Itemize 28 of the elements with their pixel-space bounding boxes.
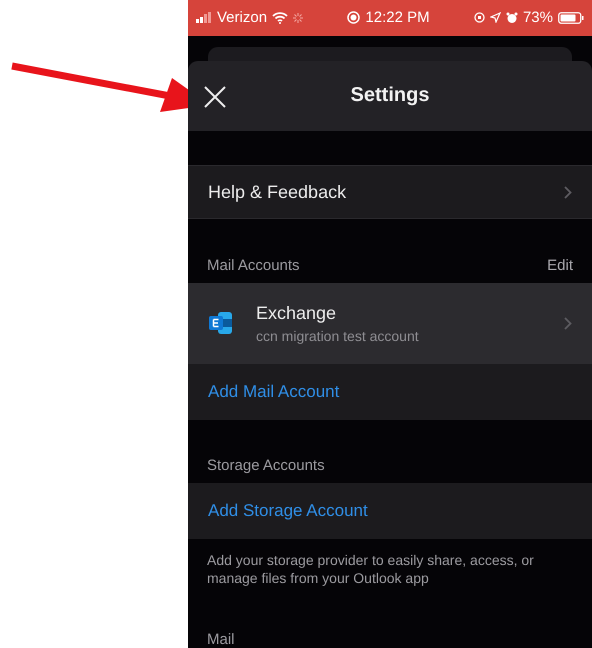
spinner-icon [293, 12, 304, 23]
close-icon [204, 86, 226, 108]
account-name: Exchange [256, 302, 338, 324]
help-feedback-row[interactable]: Help & Feedback [188, 165, 592, 220]
alarm-clock-icon [506, 12, 518, 24]
exchange-icon [208, 310, 234, 336]
wifi-icon [272, 12, 288, 24]
chevron-icon [564, 186, 572, 199]
signal-icon [196, 12, 212, 24]
section-heading: Mail [207, 631, 236, 648]
storage-description: Add your storage provider to easily share, access, or manage files from your Outlook app [207, 551, 535, 587]
screen-title: Settings [350, 84, 430, 108]
add-storage-account-button[interactable]: Add Storage Account [188, 482, 592, 539]
chevron-icon [564, 316, 572, 330]
record-icon [347, 11, 360, 24]
carrier-name: Verizon [217, 9, 268, 26]
edit-link[interactable]: Edit [547, 256, 573, 274]
battery-percent: 73% [522, 9, 553, 26]
add-mail-account-button[interactable]: Add Mail Account [188, 364, 592, 420]
location-icon [490, 12, 501, 24]
account-row[interactable]: Exchange ccn migration test account [188, 282, 592, 364]
close-button[interactable] [202, 84, 228, 110]
section-heading: Storage Accounts [207, 456, 325, 474]
rotation-lock-icon [474, 12, 485, 24]
battery-icon [558, 12, 584, 24]
account-description: ccn migration test account [256, 328, 420, 344]
section-heading: Mail Accounts [207, 256, 300, 274]
clock-time: 12:22 PM [365, 9, 430, 26]
